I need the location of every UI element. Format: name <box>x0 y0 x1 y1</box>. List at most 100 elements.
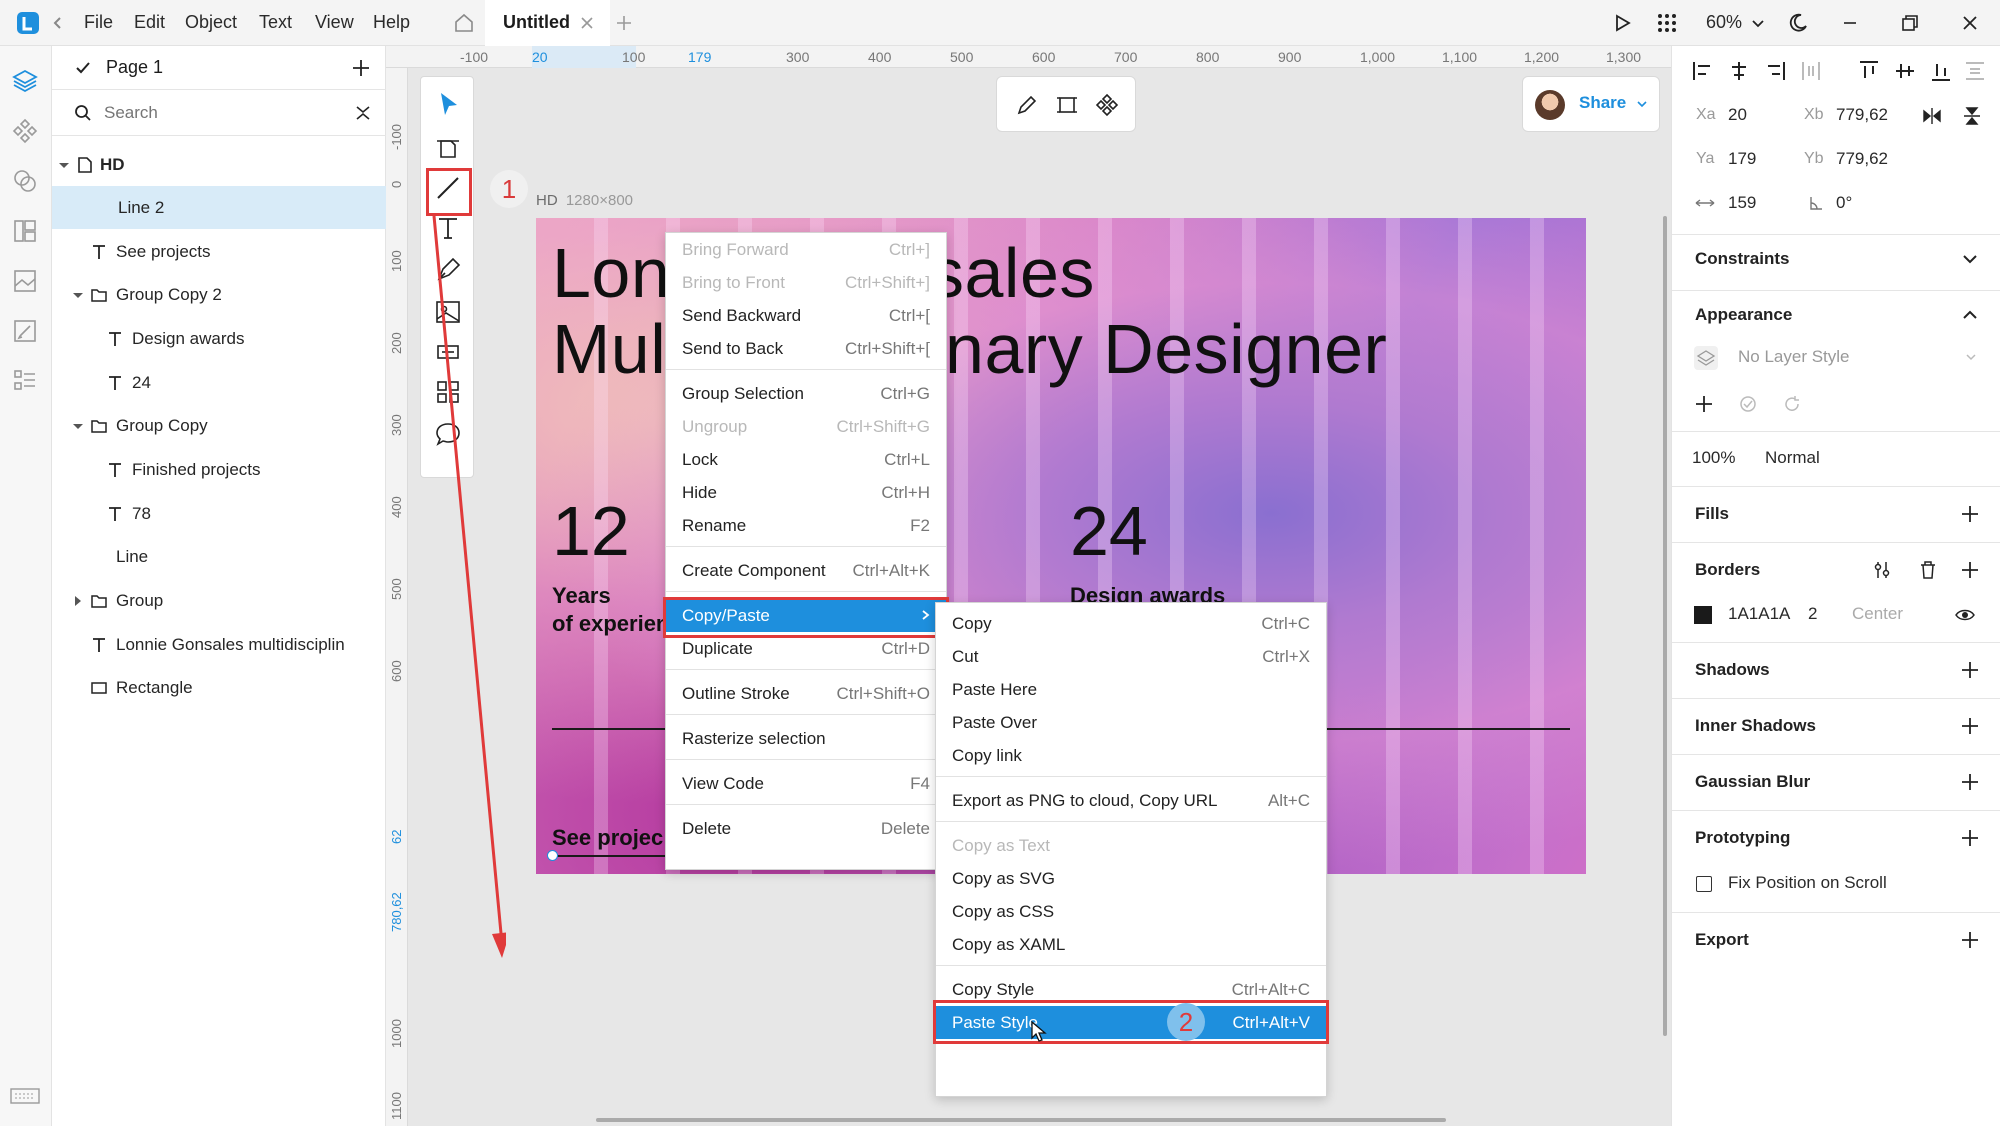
menu-file[interactable]: File <box>84 12 113 33</box>
menu-edit[interactable]: Edit <box>134 12 165 33</box>
expand-down-icon[interactable] <box>72 286 84 304</box>
expand-down-icon[interactable] <box>58 156 70 174</box>
constraints-chevron-down-icon[interactable] <box>1960 249 1980 269</box>
layer-24[interactable]: 24 <box>52 361 386 404</box>
border-color-swatch[interactable] <box>1694 606 1712 624</box>
menu-create-component[interactable]: Create Component Ctrl+Alt+K <box>666 554 946 587</box>
app-logo-icon[interactable] <box>16 11 40 35</box>
share-button[interactable]: Share <box>1579 93 1626 113</box>
menu-view-code[interactable]: View Code F4 <box>666 767 946 800</box>
layer-rectangle[interactable]: Rectangle <box>52 666 386 709</box>
angle-field[interactable]: 0° <box>1836 193 1852 213</box>
menu-hide[interactable]: Hide Ctrl+H <box>666 476 946 509</box>
vertical-scrollbar[interactable] <box>1663 216 1667 1036</box>
align-top-icon[interactable] <box>1858 60 1880 82</box>
menu-object[interactable]: Object <box>185 12 237 33</box>
menu-view[interactable]: View <box>315 12 354 33</box>
menu-send-backward[interactable]: Send Backward Ctrl+[ <box>666 299 946 332</box>
see-projects-link[interactable]: See projec <box>552 824 663 852</box>
layer-search[interactable] <box>52 90 386 136</box>
keyboard-icon[interactable] <box>10 1086 40 1112</box>
close-tab-icon[interactable] <box>579 15 595 31</box>
add-page-icon[interactable] <box>350 57 372 79</box>
restore-icon[interactable] <box>1898 11 1922 35</box>
horizontal-scrollbar[interactable] <box>596 1118 1446 1122</box>
component-diamond-icon[interactable] <box>1095 93 1119 117</box>
play-icon[interactable] <box>1610 11 1634 35</box>
select-arrow-icon[interactable] <box>433 89 463 119</box>
align-bottom-icon[interactable] <box>1930 60 1952 82</box>
expand-right-icon[interactable] <box>72 592 84 610</box>
align-right-icon[interactable] <box>1764 60 1786 82</box>
add-prototype-icon[interactable] <box>1960 828 1980 848</box>
hero-line1-right[interactable]: sales <box>929 238 1095 308</box>
xb-field[interactable]: 779,62 <box>1836 105 1888 125</box>
menu-help[interactable]: Help <box>373 12 410 33</box>
stat-years-label[interactable]: Years of experien <box>552 582 669 638</box>
page-selector[interactable]: Page 1 <box>52 46 386 90</box>
hero-line2-right[interactable]: inary Designer <box>929 314 1387 384</box>
blend-mode-select[interactable]: Normal <box>1765 448 1820 468</box>
length-field[interactable]: 159 <box>1728 193 1756 213</box>
layer-see-projects[interactable]: See projects <box>52 230 386 273</box>
add-inner-shadow-icon[interactable] <box>1960 716 1980 736</box>
layer-style-dropdown[interactable]: No Layer Style <box>1688 340 1984 376</box>
zoom-chevron-down-icon[interactable] <box>1746 11 1770 35</box>
search-input[interactable] <box>104 100 324 126</box>
menu-delete[interactable]: Delete Delete <box>666 812 946 845</box>
menu-lock[interactable]: Lock Ctrl+L <box>666 443 946 476</box>
add-blur-icon[interactable] <box>1960 772 1980 792</box>
minimize-icon[interactable] <box>1838 11 1862 35</box>
add-shadow-icon[interactable] <box>1960 660 1980 680</box>
layer-design-awards[interactable]: Design awards <box>52 317 386 360</box>
submenu-paste-here[interactable]: Paste Here <box>936 673 1326 706</box>
delete-border-icon[interactable] <box>1918 560 1938 580</box>
moon-icon[interactable] <box>1786 11 1810 35</box>
menu-outline-stroke[interactable]: Outline Stroke Ctrl+Shift+O <box>666 677 946 710</box>
pen-library-icon[interactable] <box>12 318 38 344</box>
list-icon[interactable] <box>12 368 38 394</box>
menu-send-to-back[interactable]: Send to Back Ctrl+Shift+[ <box>666 332 946 365</box>
frame-tool-icon[interactable] <box>433 133 463 163</box>
align-middle-v-icon[interactable] <box>1894 60 1916 82</box>
selected-line-2[interactable] <box>552 855 682 857</box>
add-fill-icon[interactable] <box>1960 504 1980 524</box>
flip-vertical-icon[interactable] <box>1962 106 1982 126</box>
collapse-all-icon[interactable] <box>354 104 372 122</box>
layer-78[interactable]: 78 <box>52 492 386 535</box>
border-position-select[interactable]: Center <box>1852 604 1903 624</box>
share-chevron-down-icon[interactable] <box>1635 97 1649 111</box>
submenu-paste-over[interactable]: Paste Over <box>936 706 1326 739</box>
line-handle-start[interactable] <box>547 850 558 861</box>
add-export-icon[interactable] <box>1960 930 1980 950</box>
fix-position-checkbox[interactable] <box>1696 876 1712 892</box>
layer-hd[interactable]: HD <box>52 143 386 186</box>
yb-field[interactable]: 779,62 <box>1836 149 1888 169</box>
menu-group-selection[interactable]: Group Selection Ctrl+G <box>666 377 946 410</box>
layer-lonnie-text[interactable]: Lonnie Gonsales multidisciplin <box>52 623 386 666</box>
opacity-field[interactable]: 100% <box>1692 448 1735 468</box>
constraints-header[interactable]: Constraints <box>1695 249 1789 269</box>
menu-rename[interactable]: Rename F2 <box>666 509 946 542</box>
submenu-copy[interactable]: Copy Ctrl+C <box>936 607 1326 640</box>
crop-frame-icon[interactable] <box>1055 93 1079 117</box>
border-settings-icon[interactable] <box>1872 560 1892 580</box>
layer-line[interactable]: Line <box>52 535 386 578</box>
xa-field[interactable]: 20 <box>1728 105 1747 125</box>
canvas[interactable]: -100 20 100 179 300 400 500 600 700 800 … <box>386 46 1671 1126</box>
zoom-level[interactable]: 60% <box>1706 12 1742 33</box>
submenu-copy-as-xaml[interactable]: Copy as XAML <box>936 928 1326 961</box>
components-icon[interactable] <box>12 118 38 144</box>
add-border-icon[interactable] <box>1960 560 1980 580</box>
menu-rasterize[interactable]: Rasterize selection <box>666 722 946 755</box>
new-tab-icon[interactable] <box>612 11 636 35</box>
stat-years-value[interactable]: 12 <box>552 496 630 566</box>
appearance-header[interactable]: Appearance <box>1695 305 1792 325</box>
layer-line-2[interactable]: Line 2 <box>52 186 386 229</box>
flip-horizontal-icon[interactable] <box>1922 106 1942 126</box>
submenu-copy-link[interactable]: Copy link <box>936 739 1326 772</box>
layer-group[interactable]: Group <box>52 579 386 622</box>
border-color-hex[interactable]: 1A1A1A <box>1728 604 1790 624</box>
layers-icon[interactable] <box>12 68 38 94</box>
layer-finished-projects[interactable]: Finished projects <box>52 448 386 491</box>
